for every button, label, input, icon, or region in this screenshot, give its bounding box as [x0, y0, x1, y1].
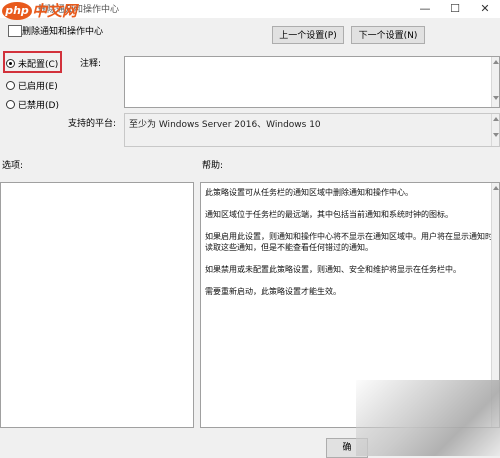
supported-platforms-value: 至少为 Windows Server 2016、Windows 10: [129, 120, 321, 130]
scroll-up-icon[interactable]: [492, 186, 499, 190]
help-section-label: 帮助:: [202, 161, 224, 171]
radio-not-configured[interactable]: 未配置(C): [6, 56, 58, 70]
prev-setting-button[interactable]: 上一个设置(P): [272, 26, 344, 44]
options-panel: [0, 182, 194, 428]
scroll-up-icon[interactable]: [492, 117, 499, 121]
radio-checked-icon[interactable]: [6, 58, 15, 68]
policy-title: 删除通知和操作中心: [22, 27, 104, 37]
watermark-logo: php: [2, 2, 32, 20]
options-section-label: 选项:: [2, 161, 24, 171]
help-paragraph: 需要重新启动，此策略设置才能生效。: [205, 287, 341, 296]
radio-unchecked-icon[interactable]: [6, 80, 15, 90]
policy-icon: [8, 25, 22, 37]
watermark-text: 中文网: [32, 2, 78, 20]
scroll-down-icon[interactable]: [492, 96, 499, 100]
close-button[interactable]: ✕: [470, 0, 500, 18]
help-paragraph: 此策略设置可从任务栏的通知区域中删除通知和操作中心。: [205, 188, 413, 197]
blurred-region: [356, 380, 500, 456]
supported-scrollbar[interactable]: [491, 114, 499, 146]
supported-platforms-field: 至少为 Windows Server 2016、Windows 10: [124, 113, 500, 147]
scroll-up-icon[interactable]: [492, 60, 499, 64]
help-paragraph: 如果启用此设置，则通知和操作中心将不显示在通知区域中。用户将在显示通知时读取这些…: [205, 232, 493, 252]
minimize-button[interactable]: —: [410, 0, 440, 18]
radio-label: 已启用(E): [18, 81, 58, 92]
maximize-button[interactable]: ☐: [440, 0, 470, 18]
radio-disabled[interactable]: 已禁用(D): [6, 97, 59, 111]
comment-scrollbar[interactable]: [491, 57, 499, 107]
supported-label: 支持的平台:: [68, 119, 117, 129]
radio-label: 已禁用(D): [18, 100, 59, 111]
radio-enabled[interactable]: 已启用(E): [6, 78, 58, 92]
next-setting-button[interactable]: 下一个设置(N): [351, 26, 425, 44]
radio-label: 未配置(C): [18, 59, 59, 70]
comment-textarea[interactable]: [124, 56, 500, 108]
comment-label: 注释:: [80, 59, 102, 69]
scroll-down-icon[interactable]: [492, 133, 499, 137]
radio-unchecked-icon[interactable]: [6, 99, 15, 109]
help-paragraph: 如果禁用或未配置此策略设置，则通知、安全和维护将显示在任务栏中。: [205, 265, 461, 274]
help-paragraph: 通知区域位于任务栏的最远端，其中包括当前通知和系统时钟的图标。: [205, 210, 453, 219]
